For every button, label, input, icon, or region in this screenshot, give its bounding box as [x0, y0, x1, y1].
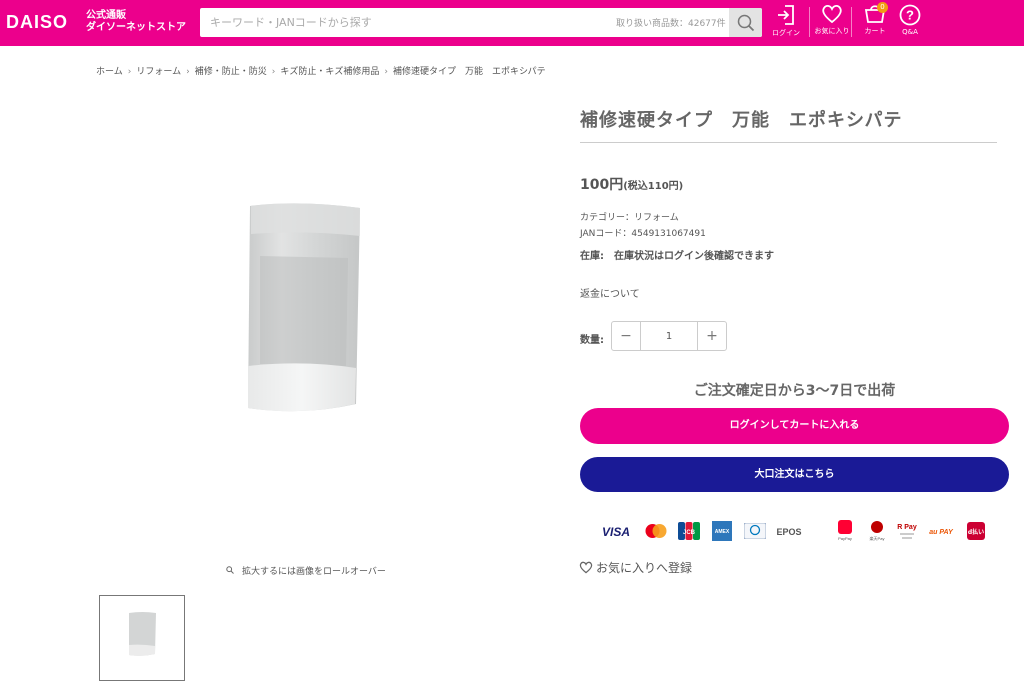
thumbnail-image: [129, 612, 156, 656]
breadcrumb-repair[interactable]: 補修・防止・防災: [195, 67, 267, 77]
login-label: ログイン: [772, 29, 800, 37]
header-divider: [809, 7, 810, 37]
search-icon: [737, 14, 754, 31]
cart-label: カート: [864, 27, 886, 35]
quantity-stepper: − +: [611, 321, 727, 351]
product-count: 取り扱い商品数：42677件: [616, 19, 726, 29]
quantity-label: 数量:: [580, 335, 604, 346]
qa-link[interactable]: ? Q&A: [890, 4, 930, 42]
breadcrumb-scratch[interactable]: キズ防止・キズ補修用品: [280, 67, 379, 77]
search-input[interactable]: [200, 8, 610, 37]
svg-text:AMEX: AMEX: [715, 529, 730, 535]
zoom-hint-text: 拡大するには画像をロールオーバー: [242, 567, 386, 577]
refund-link[interactable]: 返金について: [580, 285, 640, 300]
r-pay-logo: R Pay: [896, 519, 918, 543]
site-header: DAISO 公式通販 ダイソーネットストア 取り扱い商品数：42677件 ログイ…: [0, 0, 1024, 46]
header-divider: [851, 7, 852, 37]
payment-methods: VISA JCB AMEX EPOS PayPay 楽天Pay R Pay au…: [596, 519, 996, 545]
epoxy-putty-image: [248, 203, 360, 412]
au-pay-logo: au PAY: [926, 519, 956, 543]
logo-subtitle-line1: 公式通販: [86, 10, 126, 21]
price-with-tax: (税込110円): [623, 181, 684, 192]
svg-text:au PAY: au PAY: [929, 529, 954, 536]
epos-logo: EPOS: [774, 519, 804, 543]
breadcrumb-reform[interactable]: リフォーム: [136, 67, 181, 77]
bulk-order-button[interactable]: 大口注文はこちら: [580, 457, 1009, 492]
search-bar: 取り扱い商品数：42677件: [200, 8, 762, 37]
price-value: 100円: [580, 177, 624, 193]
svg-text:VISA: VISA: [602, 525, 630, 538]
quantity-decrease-button[interactable]: −: [612, 322, 640, 350]
mastercard-logo: [644, 519, 668, 543]
breadcrumb: ホーム › リフォーム › 補修・防止・防災 › キズ防止・キズ補修用品 › 補修速硬タイプ 万…: [96, 64, 546, 77]
product-jan: JANコード：4549131067491: [580, 229, 706, 239]
zoom-hint: 拡大するには画像をロールオーバー: [226, 564, 386, 577]
heart-outline-icon: [579, 561, 593, 574]
magnifier-icon: [226, 566, 234, 574]
diners-logo: [744, 519, 766, 543]
breadcrumb-separator: ›: [271, 67, 276, 77]
quantity-increase-button[interactable]: +: [698, 322, 726, 350]
breadcrumb-separator: ›: [186, 67, 190, 77]
amex-logo: AMEX: [712, 519, 732, 543]
cart-link[interactable]: 0 カート: [855, 2, 895, 42]
shipping-info: ご注文確定日から3〜7日で出荷: [693, 383, 896, 399]
daiso-logo[interactable]: DAISO: [6, 12, 68, 33]
stock-status: 在庫: 在庫状況はログイン後確認できます: [580, 251, 774, 262]
svg-text:R Pay: R Pay: [897, 524, 917, 531]
heart-icon: [822, 4, 842, 24]
visa-logo: VISA: [600, 519, 632, 543]
breadcrumb-separator: ›: [127, 67, 132, 77]
jcb-logo: JCB: [678, 519, 700, 543]
rakuten-pay-logo: 楽天Pay: [868, 519, 886, 543]
cart-count-badge: 0: [877, 2, 888, 13]
svg-text:PayPay: PayPay: [838, 536, 852, 541]
add-to-favorites[interactable]: お気に入りへ登録: [579, 559, 692, 576]
login-link[interactable]: ログイン: [766, 4, 806, 42]
svg-text:楽天Pay: 楽天Pay: [870, 535, 885, 541]
qa-label: Q&A: [902, 28, 918, 36]
product-price: 100円(税込110円): [580, 174, 683, 194]
favorites-link[interactable]: お気に入り: [812, 4, 852, 42]
svg-text:EPOS: EPOS: [776, 527, 801, 537]
product-category: カテゴリー：リフォーム: [580, 213, 679, 223]
paypay-logo: PayPay: [836, 519, 854, 543]
search-button[interactable]: [729, 8, 762, 37]
breadcrumb-current: 補修速硬タイプ 万能 エポキシパテ: [392, 67, 546, 77]
logo-subtitle-line2: ダイソーネットストア: [86, 22, 186, 33]
svg-text:d払い: d払い: [968, 528, 984, 536]
product-thumbnail[interactable]: [99, 595, 185, 681]
favorites-label: お気に入り: [814, 27, 850, 35]
logo-subtitle[interactable]: 公式通販 ダイソーネットストア: [86, 10, 186, 34]
breadcrumb-home[interactable]: ホーム: [96, 67, 123, 77]
add-to-favorites-label: お気に入りへ登録: [596, 561, 693, 575]
quantity-input[interactable]: [640, 322, 698, 350]
title-divider: [580, 142, 997, 143]
svg-text:JCB: JCB: [683, 530, 696, 536]
login-add-to-cart-button[interactable]: ログインしてカートに入れる: [580, 408, 1009, 444]
d-barai-logo: d払い: [965, 519, 987, 543]
question-icon: ?: [899, 4, 921, 26]
product-title: 補修速硬タイプ 万能 エポキシパテ: [580, 110, 903, 131]
login-icon: [778, 5, 794, 25]
svg-text:?: ?: [906, 8, 914, 23]
breadcrumb-separator: ›: [384, 67, 388, 77]
product-main-image[interactable]: [98, 96, 528, 544]
